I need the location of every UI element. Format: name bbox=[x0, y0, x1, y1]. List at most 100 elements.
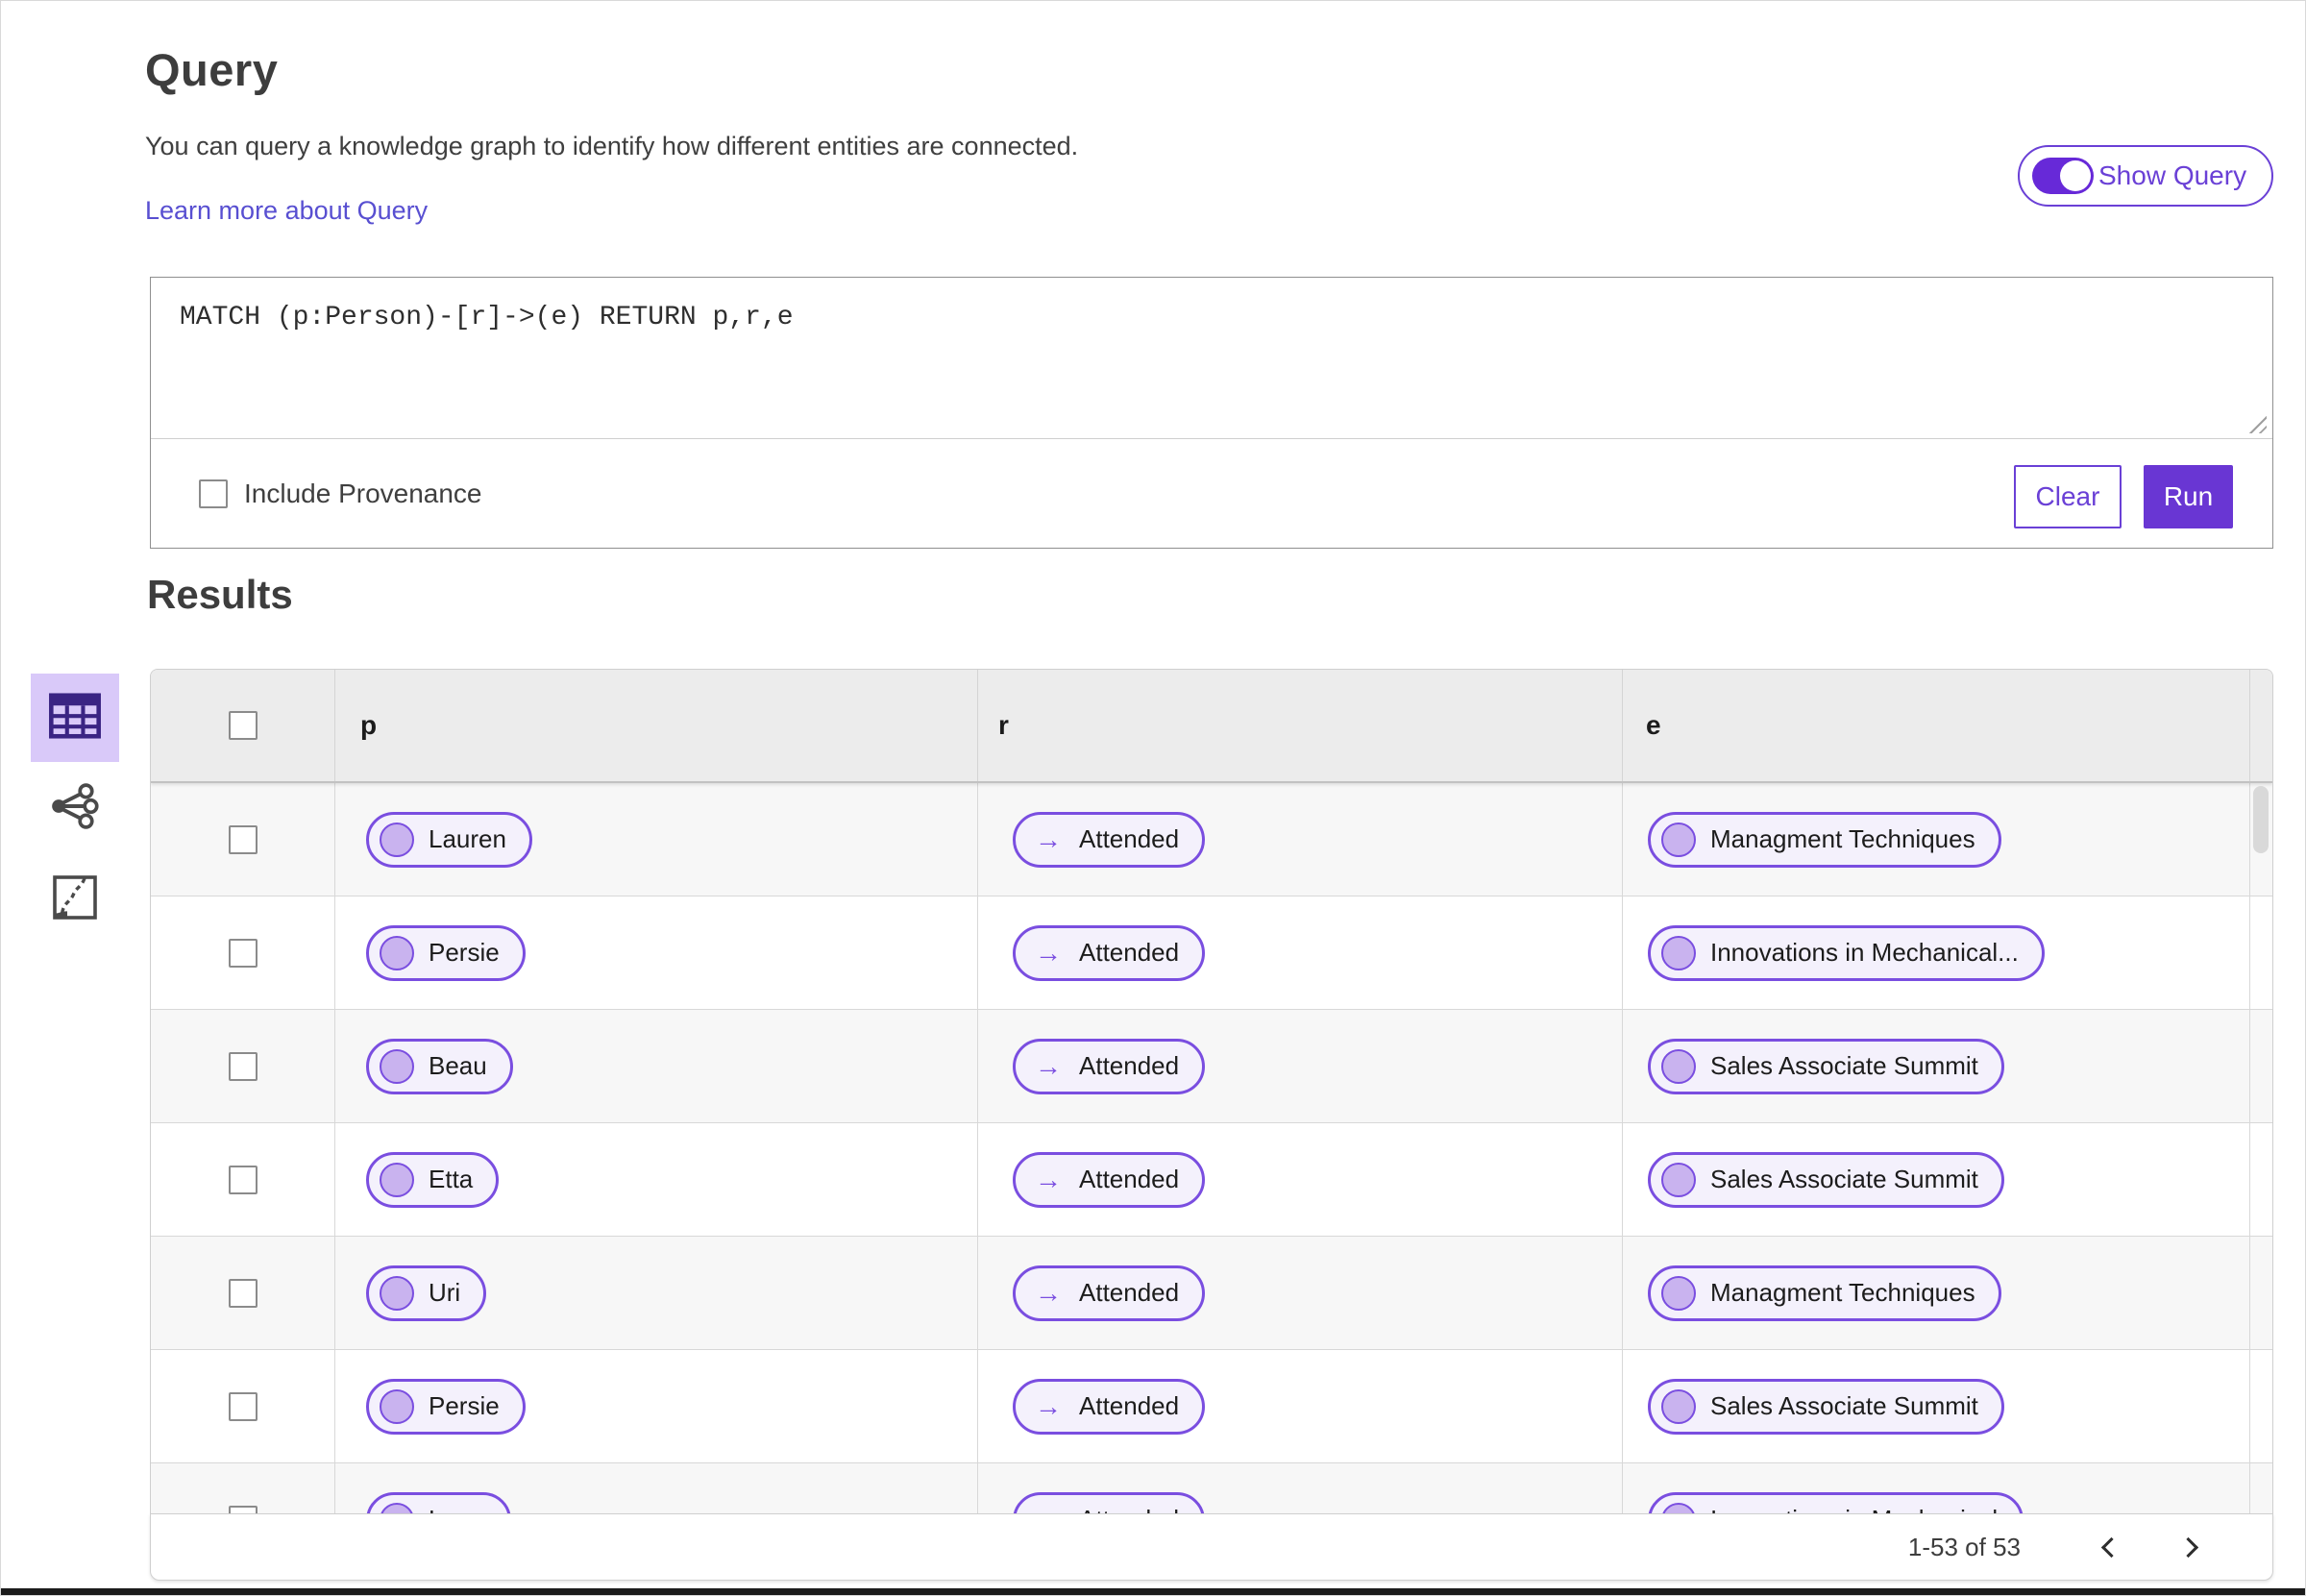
entity-pill[interactable]: Managment Techniques bbox=[1648, 1265, 2001, 1321]
arrow-right-icon: → bbox=[1035, 1277, 1062, 1308]
node-dot-icon bbox=[380, 822, 414, 857]
include-provenance-checkbox[interactable] bbox=[199, 479, 228, 508]
pill-label: Etta bbox=[429, 1165, 474, 1193]
scrollbar-track-cell bbox=[2249, 1463, 2272, 1514]
pill-label: Attended bbox=[1079, 938, 1180, 967]
row-checkbox[interactable] bbox=[228, 1391, 258, 1421]
view-switcher-graph-button[interactable] bbox=[31, 764, 119, 852]
table-view-icon bbox=[48, 692, 102, 744]
page-title: Query bbox=[145, 44, 279, 95]
entity-pill[interactable]: Etta bbox=[366, 1151, 500, 1208]
table-scrollbar-thumb[interactable] bbox=[2253, 786, 2269, 853]
query-editor-toolbar: Include Provenance bbox=[151, 439, 2272, 548]
entity-pill[interactable]: Sales Associate Summit bbox=[1648, 1378, 2004, 1435]
arrow-right-icon: → bbox=[1035, 1164, 1062, 1194]
toggle-knob bbox=[2060, 160, 2091, 191]
cell-p: Persie bbox=[335, 1350, 978, 1462]
cell-e: Managment Techniques bbox=[1623, 1237, 2249, 1349]
pill-label: Uri bbox=[429, 1278, 461, 1307]
learn-more-link[interactable]: Learn more about Query bbox=[145, 196, 428, 226]
node-dot-icon bbox=[380, 1162, 414, 1197]
cell-r: → Attended bbox=[978, 1350, 1623, 1462]
relation-pill[interactable]: → Attended bbox=[1013, 1378, 1206, 1435]
entity-pill[interactable]: Persie bbox=[366, 924, 526, 981]
scrollbar-track-cell bbox=[2249, 1237, 2272, 1349]
entity-pill[interactable]: Sales Associate Summit bbox=[1648, 1151, 2004, 1208]
entity-pill[interactable]: Larry bbox=[366, 1491, 512, 1514]
pill-label: Managment Techniques bbox=[1710, 1278, 1975, 1307]
entity-pill[interactable]: Uri bbox=[366, 1265, 487, 1321]
cell-e: Managment Techniques bbox=[1623, 783, 2249, 896]
results-title: Results bbox=[147, 572, 293, 617]
row-checkbox[interactable] bbox=[228, 1278, 258, 1308]
graph-view-icon bbox=[50, 781, 100, 836]
column-header-p[interactable]: p bbox=[335, 670, 978, 781]
entity-pill[interactable]: Lauren bbox=[366, 811, 532, 868]
scrollbar-track-cell bbox=[2249, 1123, 2272, 1236]
row-checkbox[interactable] bbox=[228, 1051, 258, 1081]
entity-pill[interactable]: Persie bbox=[366, 1378, 526, 1435]
entity-pill[interactable]: Beau bbox=[366, 1038, 513, 1094]
show-query-toggle[interactable]: Show Query bbox=[2018, 145, 2273, 207]
node-dot-icon bbox=[1661, 1048, 1696, 1084]
entity-pill[interactable]: Innovations in Mechanical... bbox=[1648, 924, 2045, 981]
pagination-prev-button[interactable] bbox=[2086, 1522, 2136, 1572]
row-checkbox[interactable] bbox=[228, 824, 258, 854]
cell-e: Innovations in Mechanical bbox=[1623, 1463, 2249, 1514]
cell-r: →Attended bbox=[978, 1463, 1623, 1514]
pagination-range: 1-53 of 53 bbox=[1907, 1532, 2021, 1561]
pagination-next-button[interactable] bbox=[2163, 1522, 2213, 1572]
column-header-r[interactable]: r bbox=[978, 670, 1623, 781]
arrow-right-icon: → bbox=[1035, 823, 1062, 854]
view-switcher-map-button[interactable] bbox=[31, 855, 119, 944]
cell-e: Innovations in Mechanical... bbox=[1623, 896, 2249, 1009]
row-checkbox[interactable] bbox=[228, 1165, 258, 1194]
entity-pill[interactable]: Sales Associate Summit bbox=[1648, 1038, 2004, 1094]
scrollbar-track-cell bbox=[2249, 1350, 2272, 1462]
arrow-right-icon: → bbox=[1035, 937, 1062, 968]
chevron-left-icon bbox=[2100, 1536, 2122, 1558]
cell-r: → Attended bbox=[978, 896, 1623, 1009]
pill-label: Attended bbox=[1079, 1051, 1180, 1080]
cell-p: Persie bbox=[335, 896, 978, 1009]
select-all-checkbox[interactable] bbox=[228, 711, 258, 740]
toggle-switch-icon[interactable] bbox=[2032, 158, 2094, 194]
node-dot-icon bbox=[1661, 1275, 1696, 1311]
cell-r: →Attended bbox=[978, 1010, 1623, 1122]
relation-pill[interactable]: →Attended bbox=[1013, 1038, 1206, 1094]
row-check-cell bbox=[151, 1123, 335, 1236]
table-header-check-cell bbox=[151, 670, 335, 781]
results-table: p r e Lauren → Attended Managment Technique… bbox=[150, 669, 2273, 1514]
cell-p: Lauren bbox=[335, 783, 978, 896]
entity-pill[interactable]: Innovations in Mechanical bbox=[1648, 1491, 2024, 1514]
column-header-e[interactable]: e bbox=[1623, 670, 2249, 781]
pill-label: Persie bbox=[429, 938, 500, 967]
pill-label: Attended bbox=[1079, 1165, 1180, 1193]
node-dot-icon bbox=[380, 935, 414, 970]
entity-pill[interactable]: Managment Techniques bbox=[1648, 811, 2001, 868]
pill-label: Attended bbox=[1079, 1391, 1180, 1420]
relation-pill[interactable]: →Attended bbox=[1013, 1491, 1206, 1514]
cell-p: Etta bbox=[335, 1123, 978, 1236]
run-button[interactable]: Run bbox=[2144, 465, 2233, 528]
node-dot-icon bbox=[1661, 935, 1696, 970]
include-provenance-label: Include Provenance bbox=[244, 478, 482, 508]
pagination-bar: 1-53 of 53 bbox=[150, 1513, 2273, 1581]
pill-label: Attended bbox=[1079, 824, 1180, 853]
relation-pill[interactable]: → Attended bbox=[1013, 924, 1206, 981]
query-input[interactable]: MATCH (p:Person)-[r]->(e) RETURN p,r,e bbox=[151, 278, 2272, 439]
relation-pill[interactable]: → Attended bbox=[1013, 1265, 1206, 1321]
clear-button[interactable]: Clear bbox=[2014, 465, 2122, 528]
pill-label: Sales Associate Summit bbox=[1710, 1165, 1978, 1193]
cell-e: Sales Associate Summit bbox=[1623, 1123, 2249, 1236]
row-checkbox[interactable] bbox=[228, 938, 258, 968]
pill-label: Attended bbox=[1079, 1278, 1180, 1307]
relation-pill[interactable]: → Attended bbox=[1013, 811, 1206, 868]
scrollbar-track-cell bbox=[2249, 896, 2272, 1009]
map-view-icon bbox=[52, 874, 98, 925]
view-switcher-table-button[interactable] bbox=[31, 674, 119, 762]
scrollbar-track-header bbox=[2249, 670, 2272, 781]
relation-pill[interactable]: → Attended bbox=[1013, 1151, 1206, 1208]
node-dot-icon bbox=[1661, 822, 1696, 857]
arrow-right-icon: → bbox=[1035, 1390, 1062, 1421]
